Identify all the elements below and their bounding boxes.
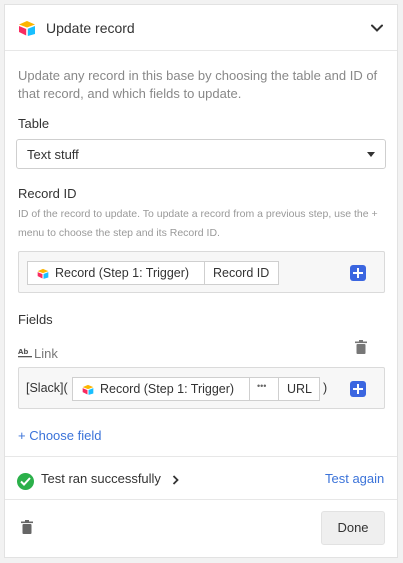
trash-icon[interactable] <box>21 520 33 534</box>
success-check-icon <box>17 473 34 490</box>
fields-label: Fields <box>18 312 53 327</box>
divider <box>5 456 397 457</box>
panel-title: Update record <box>46 20 135 36</box>
airtable-logo-icon <box>37 268 49 279</box>
svg-text:Ab: Ab <box>18 348 28 356</box>
select-caret-icon <box>367 152 375 157</box>
add-token-button[interactable] <box>350 265 366 281</box>
table-select[interactable]: Text stuff <box>16 139 386 169</box>
record-source-token[interactable]: Record (Step 1: Trigger) <box>27 261 205 285</box>
done-button[interactable]: Done <box>321 511 385 545</box>
field-source-token[interactable]: Record (Step 1: Trigger) <box>72 377 250 401</box>
value-suffix: ) <box>323 381 328 395</box>
choose-field-link[interactable]: + Choose field <box>18 428 101 443</box>
test-status-button[interactable]: Test ran successfully <box>41 471 161 486</box>
divider <box>5 499 397 500</box>
add-token-button[interactable] <box>350 381 366 397</box>
value-prefix: [Slack]( <box>26 381 68 395</box>
test-again-link[interactable]: Test again <box>325 471 384 486</box>
field-url-label: URL <box>287 382 313 396</box>
trash-icon[interactable] <box>355 340 367 354</box>
table-label: Table <box>18 116 50 131</box>
airtable-logo-icon <box>82 384 94 395</box>
record-field-label: Record ID <box>213 266 270 280</box>
record-id-help: ID of the record to update. To update a … <box>18 208 378 239</box>
step-description: Update any record in this base by choosi… <box>18 68 378 101</box>
update-record-panel: Update record Update any record in this … <box>4 4 398 558</box>
more-dots-icon: ••• <box>257 381 267 391</box>
table-select-value: Text stuff <box>27 147 79 162</box>
link-value-input[interactable]: [Slack]( Record (Step 1: Trigger) ••• UR… <box>18 367 385 409</box>
panel-header[interactable]: Update record <box>5 5 397 51</box>
text-type-icon: Ab <box>18 348 32 358</box>
field-name: Link <box>34 346 58 361</box>
chevron-down-icon[interactable] <box>370 21 384 35</box>
record-field-token[interactable]: Record ID <box>204 261 279 285</box>
airtable-logo-icon <box>19 21 35 36</box>
field-url-token[interactable]: URL <box>278 377 320 401</box>
record-source-label: Record (Step 1: Trigger) <box>55 266 190 280</box>
record-id-input[interactable]: Record (Step 1: Trigger) Record ID <box>18 251 385 293</box>
chevron-right-icon[interactable] <box>172 475 179 485</box>
token-more-button[interactable]: ••• <box>249 377 279 401</box>
field-source-label: Record (Step 1: Trigger) <box>100 382 235 396</box>
record-id-label: Record ID <box>18 186 77 201</box>
